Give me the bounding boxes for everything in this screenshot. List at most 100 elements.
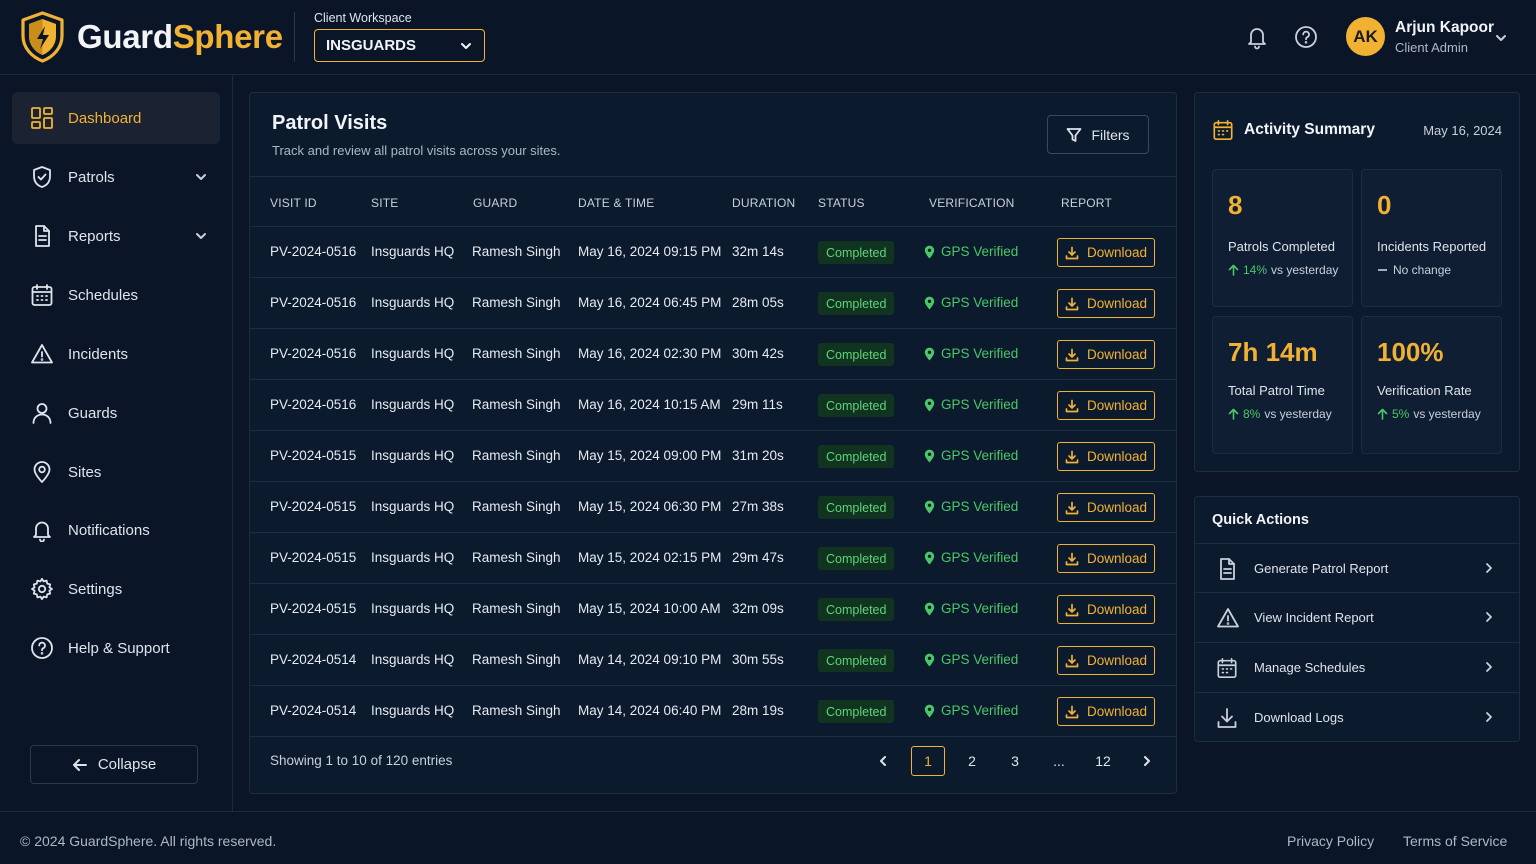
verification-status: GPS Verified <box>924 703 1018 718</box>
sidebar-item-settings[interactable]: Settings <box>12 563 220 615</box>
page-button[interactable]: 12 <box>1086 746 1120 776</box>
collapse-button[interactable]: Collapse <box>30 745 198 784</box>
column-header[interactable]: DURATION <box>732 196 795 210</box>
page-button[interactable]: 2 <box>955 746 989 776</box>
stat-trend: 8% vs yesterday <box>1228 407 1332 421</box>
location-pin-icon <box>924 449 941 463</box>
download-report-button[interactable]: Download <box>1057 595 1155 624</box>
column-header[interactable]: REPORT <box>1061 196 1112 210</box>
location-pin-icon <box>924 296 941 310</box>
stat-card-total-patrol-time: 7h 14m Total Patrol Time 8% vs yesterday <box>1212 316 1353 454</box>
user-name[interactable]: Arjun Kapoor <box>1395 19 1494 37</box>
page-button[interactable]: 3 <box>998 746 1032 776</box>
prev-page-button[interactable] <box>866 746 900 776</box>
stat-card-incidents-reported: 0 Incidents Reported No change <box>1361 169 1502 307</box>
privacy-policy-link[interactable]: Privacy Policy <box>1287 833 1374 849</box>
sidebar-item-patrols[interactable]: Patrols <box>12 151 220 203</box>
workspace-select[interactable]: INSGUARDS <box>314 29 485 62</box>
quick-action-manage-schedules[interactable]: Manage Schedules <box>1195 642 1519 691</box>
download-report-button[interactable]: Download <box>1057 391 1155 420</box>
column-header[interactable]: SITE <box>371 196 398 210</box>
filters-label: Filters <box>1091 126 1130 143</box>
stat-card-verification-rate: 100% Verification Rate 5% vs yesterday <box>1361 316 1502 454</box>
help-icon[interactable] <box>1294 24 1318 50</box>
sidebar-item-guards[interactable]: Guards <box>12 387 220 439</box>
verification-status: GPS Verified <box>924 499 1018 514</box>
page-button[interactable]: 1 <box>911 746 945 776</box>
cell-datetime: May 14, 2024 09:10 PM <box>578 652 722 667</box>
download-report-button[interactable]: Download <box>1057 289 1155 318</box>
filters-button[interactable]: Filters <box>1047 115 1149 154</box>
gear-icon <box>30 577 54 601</box>
sidebar-item-help[interactable]: Help & Support <box>12 622 220 674</box>
table-row[interactable]: PV-2024-0515 Insguards HQ Ramesh Singh May … <box>250 482 1176 533</box>
avatar[interactable]: AK <box>1346 17 1385 56</box>
cell-site: Insguards HQ <box>371 346 455 361</box>
sidebar-item-reports[interactable]: Reports <box>12 210 220 262</box>
download-report-button[interactable]: Download <box>1057 442 1155 471</box>
column-header[interactable]: VISIT ID <box>270 196 317 210</box>
sidebar-item-sites[interactable]: Sites <box>12 446 220 498</box>
next-page-button[interactable] <box>1130 746 1164 776</box>
cell-guard: Ramesh Singh <box>472 244 561 259</box>
table-row[interactable]: PV-2024-0516 Insguards HQ Ramesh Singh May … <box>250 227 1176 278</box>
dash-icon <box>1377 264 1388 276</box>
cell-duration: 29m 47s <box>732 550 784 565</box>
page-subtitle: Track and review all patrol visits acros… <box>272 143 561 158</box>
stat-label: Verification Rate <box>1377 383 1472 398</box>
terms-of-service-link[interactable]: Terms of Service <box>1403 833 1507 849</box>
filter-icon <box>1066 127 1091 143</box>
download-report-button[interactable]: Download <box>1057 697 1155 726</box>
column-header[interactable]: VERIFICATION <box>929 196 1015 210</box>
pagination-info: Showing 1 to 10 of 120 entries <box>270 753 453 768</box>
location-pin-icon <box>924 245 941 259</box>
location-pin-icon <box>30 460 54 484</box>
sidebar-item-notifications[interactable]: Notifications <box>12 504 220 556</box>
quick-action-download-logs[interactable]: Download Logs <box>1195 692 1519 741</box>
quick-action-generate-report[interactable]: Generate Patrol Report <box>1195 543 1519 592</box>
download-icon <box>1065 399 1087 413</box>
table-row[interactable]: PV-2024-0514 Insguards HQ Ramesh Singh May … <box>250 635 1176 686</box>
warning-icon <box>1216 606 1240 630</box>
location-pin-icon <box>924 653 941 667</box>
download-icon <box>1065 705 1087 719</box>
location-pin-icon <box>924 704 941 718</box>
chevron-right-icon <box>1483 711 1495 723</box>
sidebar-item-dashboard[interactable]: Dashboard <box>12 92 220 144</box>
cell-datetime: May 16, 2024 06:45 PM <box>578 295 722 310</box>
chevron-right-icon <box>1483 562 1495 574</box>
table-row[interactable]: PV-2024-0515 Insguards HQ Ramesh Singh May … <box>250 533 1176 584</box>
sidebar-item-schedules[interactable]: Schedules <box>12 269 220 321</box>
quick-action-view-incident[interactable]: View Incident Report <box>1195 592 1519 641</box>
cell-site: Insguards HQ <box>371 244 455 259</box>
verification-status: GPS Verified <box>924 448 1018 463</box>
top-divider <box>294 12 295 62</box>
download-report-button[interactable]: Download <box>1057 646 1155 675</box>
chevron-down-icon[interactable] <box>1493 30 1509 46</box>
document-icon <box>30 224 54 248</box>
download-report-button[interactable]: Download <box>1057 544 1155 573</box>
bell-icon[interactable] <box>1245 24 1269 50</box>
table-row[interactable]: PV-2024-0515 Insguards HQ Ramesh Singh May … <box>250 431 1176 482</box>
verification-status: GPS Verified <box>924 295 1018 310</box>
table-row[interactable]: PV-2024-0515 Insguards HQ Ramesh Singh May … <box>250 584 1176 635</box>
cell-duration: 31m 20s <box>732 448 784 463</box>
brand-logo[interactable]: GuardSphere <box>20 11 283 63</box>
download-report-button[interactable]: Download <box>1057 238 1155 267</box>
status-badge: Completed <box>818 241 895 264</box>
download-report-button[interactable]: Download <box>1057 340 1155 369</box>
quick-actions-title: Quick Actions <box>1212 512 1309 528</box>
column-header[interactable]: STATUS <box>818 196 865 210</box>
sidebar-item-incidents[interactable]: Incidents <box>12 328 220 380</box>
stat-trend: No change <box>1377 263 1451 277</box>
table-row[interactable]: PV-2024-0514 Insguards HQ Ramesh Singh May … <box>250 686 1176 737</box>
cell-visit-id: PV-2024-0514 <box>270 652 357 667</box>
table-row[interactable]: PV-2024-0516 Insguards HQ Ramesh Singh May … <box>250 278 1176 329</box>
cell-site: Insguards HQ <box>371 499 455 514</box>
column-header[interactable]: GUARD <box>473 196 517 210</box>
download-report-button[interactable]: Download <box>1057 493 1155 522</box>
column-header[interactable]: DATE & TIME <box>578 196 654 210</box>
table-row[interactable]: PV-2024-0516 Insguards HQ Ramesh Singh May … <box>250 380 1176 431</box>
table-row[interactable]: PV-2024-0516 Insguards HQ Ramesh Singh May … <box>250 329 1176 380</box>
footer-copyright: © 2024 GuardSphere. All rights reserved. <box>20 833 277 849</box>
